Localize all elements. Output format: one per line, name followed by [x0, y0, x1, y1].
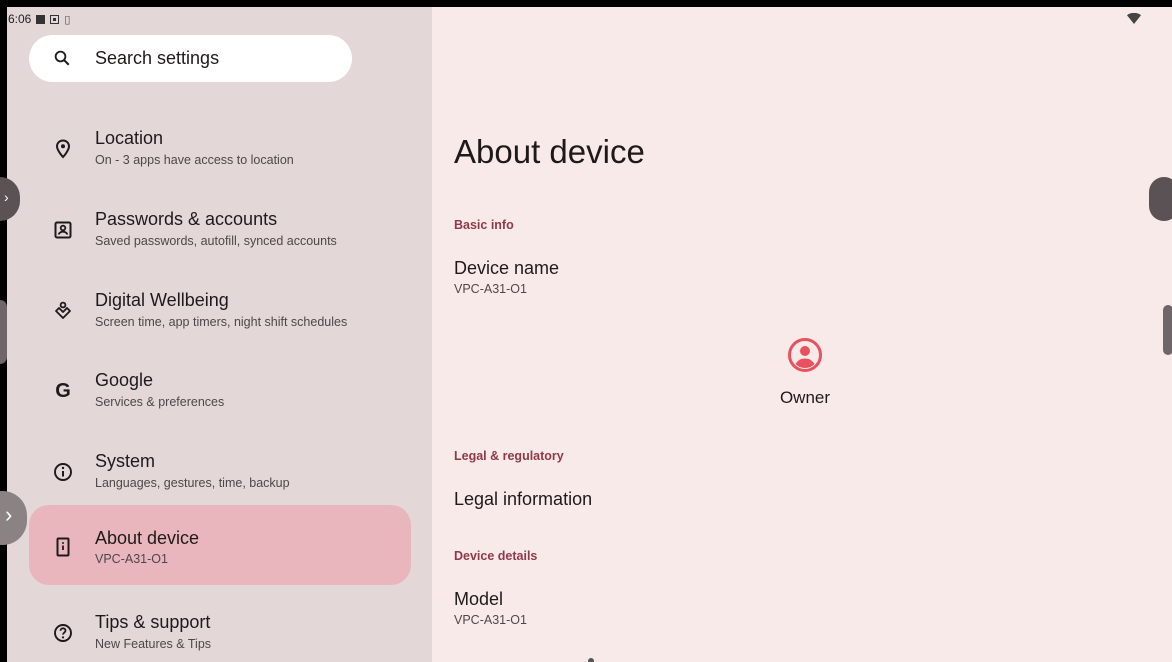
device-icon [52, 536, 74, 558]
menu-item-tips-support[interactable]: Tips & support New Features & Tips [29, 594, 411, 662]
model-value: VPC-A31-O1 [454, 613, 527, 627]
owner-label: Owner [779, 388, 831, 407]
menu-item-title: System [95, 451, 156, 471]
menu-item-subtitle: Saved passwords, autofill, synced accoun… [95, 234, 337, 248]
help-icon [52, 622, 74, 644]
detail-pane: About device Basic info Device name VPC-… [432, 7, 1172, 662]
info-icon [52, 461, 74, 483]
menu-item-subtitle: Languages, gestures, time, backup [95, 476, 290, 490]
device-name-label: Device name [454, 258, 560, 278]
legal-information-item[interactable]: Legal information [454, 489, 592, 510]
menu-item-title: Google [95, 370, 154, 390]
sim-icon: ▯ [64, 13, 71, 26]
menu-item-location[interactable]: Location On - 3 apps have access to loca… [29, 110, 411, 190]
wellbeing-icon [52, 300, 74, 322]
section-header-device-details: Device details [454, 549, 538, 563]
menu-item-subtitle: Screen time, app timers, night shift sch… [95, 315, 348, 329]
menu-item-about-device[interactable]: About device VPC-A31-O1 [29, 505, 411, 585]
section-header-legal: Legal & regulatory [454, 449, 564, 463]
menu-item-title: Passwords & accounts [95, 209, 278, 229]
menu-item-subtitle: Services & preferences [95, 395, 225, 409]
notification-icon [36, 14, 46, 24]
section-header-basic-info: Basic info [454, 218, 514, 232]
settings-list-pane: 6:06 ▯ Search settings Location On - 3 a… [7, 7, 432, 662]
side-panel-handle-right[interactable] [1149, 177, 1172, 221]
google-g-icon: G [55, 379, 71, 402]
page-title: About device [454, 133, 645, 170]
notification-icon-2 [50, 14, 60, 24]
menu-item-title: Tips & support [95, 612, 211, 632]
menu-item-title: Digital Wellbeing [95, 290, 229, 310]
search-bar[interactable]: Search settings [29, 35, 352, 82]
account-box-icon [52, 219, 74, 241]
menu-item-passwords-accounts[interactable]: Passwords & accounts Saved passwords, au… [29, 191, 411, 271]
status-bar: 6:06 ▯ [7, 11, 70, 27]
device-name-value: VPC-A31-O1 [454, 282, 527, 296]
side-panel-handle-right-2[interactable] [1163, 305, 1172, 355]
side-panel-handle-left-2[interactable] [0, 300, 7, 364]
search-icon [54, 50, 70, 66]
wifi-icon [1127, 13, 1141, 24]
menu-item-system[interactable]: System Languages, gestures, time, backup [29, 433, 411, 513]
account-circle-icon [788, 338, 822, 372]
menu-item-title: About device [95, 528, 200, 548]
menu-item-google[interactable]: G Google Services & preferences [29, 352, 411, 432]
menu-item-subtitle: On - 3 apps have access to location [95, 153, 294, 167]
menu-item-title: Location [95, 128, 164, 148]
location-pin-icon [52, 138, 74, 160]
menu-item-digital-wellbeing[interactable]: Digital Wellbeing Screen time, app timer… [29, 272, 411, 352]
model-label: Model [454, 589, 504, 609]
scroll-indicator [588, 658, 594, 662]
menu-item-subtitle: VPC-A31-O1 [95, 552, 168, 566]
menu-item-subtitle: New Features & Tips [95, 637, 212, 651]
search-input[interactable]: Search settings [95, 48, 219, 69]
status-time: 6:06 [8, 12, 32, 26]
settings-screen: 6:06 ▯ Search settings Location On - 3 a… [7, 7, 1172, 662]
